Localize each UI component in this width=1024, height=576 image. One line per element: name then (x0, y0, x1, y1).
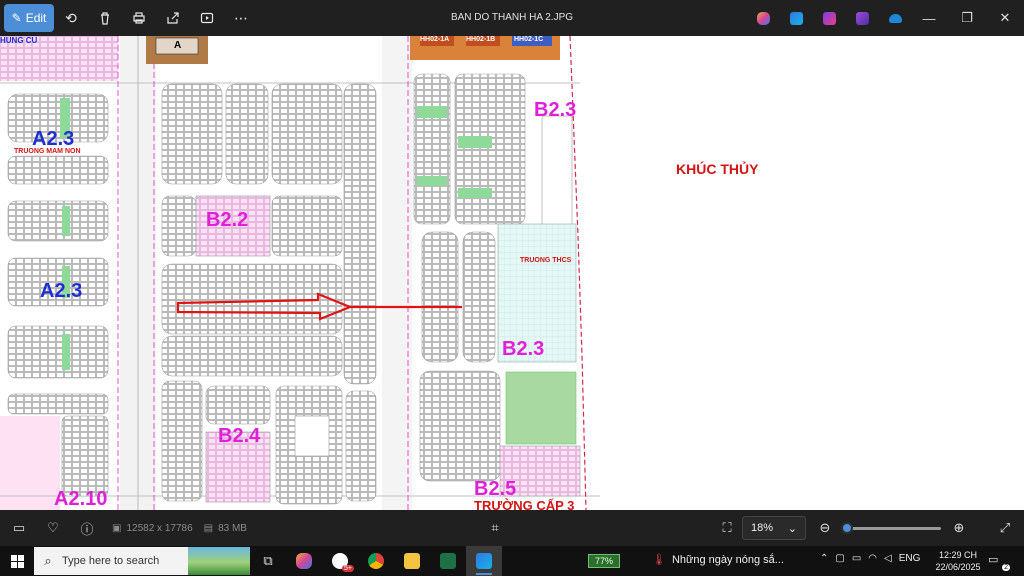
excel-icon[interactable] (430, 546, 466, 576)
zone-label-a2-10: A2.10 (54, 488, 108, 510)
label-truong-cap-3: TRƯỜNG CẤP 3 (474, 498, 575, 510)
volume-icon[interactable]: ◁ (884, 553, 892, 564)
task-view-icon[interactable]: ⧉ (250, 546, 286, 576)
image-dimensions: 12582 x 17786 (126, 522, 193, 534)
info-icon[interactable]: ⓘ (70, 514, 104, 542)
zoom-dropdown[interactable]: 18% ⌄ (742, 516, 806, 540)
taskbar-search[interactable]: ⌕ Type here to search (34, 547, 250, 575)
chevron-down-icon: ⌄ (787, 522, 797, 535)
favorite-icon[interactable]: ♡ (36, 514, 70, 542)
fullscreen-icon[interactable]: ⤢ (988, 514, 1022, 542)
start-button[interactable] (0, 546, 34, 576)
edit-label: Edit (25, 11, 47, 25)
zoom-value: 18% (751, 522, 774, 534)
notification-count: 2 (1002, 564, 1010, 571)
battery-indicator[interactable]: 77% (588, 554, 620, 568)
fit-to-window-icon[interactable]: ⛶ (710, 514, 744, 542)
zoom-slider-thumb[interactable] (841, 522, 853, 534)
more-icon[interactable]: ⋯ (224, 4, 258, 32)
app-shortcuts (747, 4, 912, 32)
edit-button[interactable]: ✎ Edit (4, 4, 54, 32)
zone-label-b2-2: B2.2 (206, 209, 249, 231)
close-button[interactable]: ✕ (986, 0, 1024, 36)
onedrive-off-icon[interactable] (879, 4, 912, 32)
top-toolbar: ✎ Edit ⟲ ⋯ BAN DO THANH HA 2.JPG — ❐ ✕ (0, 0, 1024, 36)
label-hh02-1b: HH02-1B (466, 36, 496, 43)
label-hh02-1c: HH02-1C (514, 36, 544, 43)
image-meta: ▣ 12582 x 17786 ▤ 83 MB (112, 523, 247, 534)
file-size-icon: ▤ (203, 522, 214, 534)
language-indicator[interactable]: ENG (899, 553, 921, 564)
photos-app-icon[interactable] (466, 546, 502, 576)
bottom-toolbar: ▭ ♡ ⓘ ▣ 12582 x 17786 ▤ 83 MB ⌗ ⛶ 18% ⌄ … (0, 510, 1024, 546)
windows-taskbar: ⌕ Type here to search ⧉ 5+ 77% 🌡 Những n… (0, 546, 1024, 576)
system-tray: ⌃ ▢ ▭ ◠ ◁ ENG (820, 553, 920, 564)
copilot-app-icon[interactable] (747, 4, 780, 32)
label-khuc-thuy: KHÚC THỦY (676, 161, 759, 177)
rotate-icon[interactable]: ⟲ (54, 4, 88, 32)
wifi-icon[interactable]: ◠ (868, 553, 877, 564)
taskbar-clock[interactable]: 12:29 CH 22/06/2025 (934, 549, 982, 573)
label-block-a: A (174, 40, 182, 51)
weather-text: Những ngày nóng sắ... (671, 553, 784, 566)
zone-label-b2-3-top: B2.3 (534, 99, 577, 121)
zone-label-a2-3-mid: A2.3 (40, 280, 83, 302)
minimize-button[interactable]: — (910, 0, 948, 36)
chrome-badge: 5+ (342, 565, 354, 572)
zoom-in-icon[interactable]: ⊕ (942, 514, 976, 542)
delete-icon[interactable] (88, 4, 122, 32)
file-size: 83 MB (218, 522, 247, 534)
show-hidden-icons-icon[interactable]: ⌃ (820, 553, 828, 564)
chrome-icon[interactable] (358, 546, 394, 576)
video-editor-icon[interactable] (846, 4, 879, 32)
image-size-icon: ▣ (112, 522, 122, 534)
map-drawing (0, 36, 600, 510)
maximize-button[interactable]: ❐ (948, 0, 986, 36)
windows-logo-icon (10, 554, 24, 568)
chrome-profile-icon[interactable]: 5+ (322, 546, 358, 576)
label-truong-thcs: TRUONG THCS (520, 257, 572, 264)
meet-icon[interactable]: ▢ (835, 553, 844, 564)
print-icon[interactable] (122, 4, 156, 32)
zone-label-b2-4: B2.4 (218, 425, 261, 447)
edit-icon: ✎ (11, 11, 22, 25)
select-region-icon[interactable]: ⌗ (478, 514, 512, 542)
image-viewport[interactable]: A2.3 TRUONG MAM NON A2.3 A2.10 B2.2 B2.3… (0, 36, 1024, 510)
label-hh02-1a: HH02-1A (420, 36, 450, 43)
clock-date: 22/06/2025 (935, 562, 981, 572)
filmstrip-icon[interactable]: ▭ (2, 514, 36, 542)
map-image: A2.3 TRUONG MAM NON A2.3 A2.10 B2.2 B2.3… (0, 36, 1024, 510)
zone-label-b2-3-bottom: B2.3 (502, 338, 545, 360)
designer-app-icon[interactable] (780, 4, 813, 32)
label-truong-mam-non: TRUONG MAM NON (14, 148, 81, 155)
label-hung-cu: HUNG CU (0, 36, 38, 45)
search-placeholder: Type here to search (62, 555, 160, 567)
search-highlight-image (188, 547, 250, 575)
weather-widget[interactable]: 🌡 Những ngày nóng sắ... (652, 553, 784, 567)
clipchamp-app-icon[interactable] (813, 4, 846, 32)
thermometer-icon: 🌡 (652, 554, 666, 566)
share-icon[interactable] (156, 4, 190, 32)
copilot-taskbar-icon[interactable] (286, 546, 322, 576)
notification-center-icon[interactable]: ▭ 2 (988, 553, 1010, 571)
battery-icon[interactable]: ▭ (852, 553, 861, 564)
zoom-slider[interactable] (841, 522, 941, 534)
file-explorer-icon[interactable] (394, 546, 430, 576)
slideshow-icon[interactable] (190, 4, 224, 32)
search-icon: ⌕ (44, 553, 52, 568)
clock-time: 12:29 CH (938, 550, 978, 560)
zoom-out-icon[interactable]: ⊖ (808, 514, 842, 542)
window-controls: — ❐ ✕ (910, 0, 1024, 36)
